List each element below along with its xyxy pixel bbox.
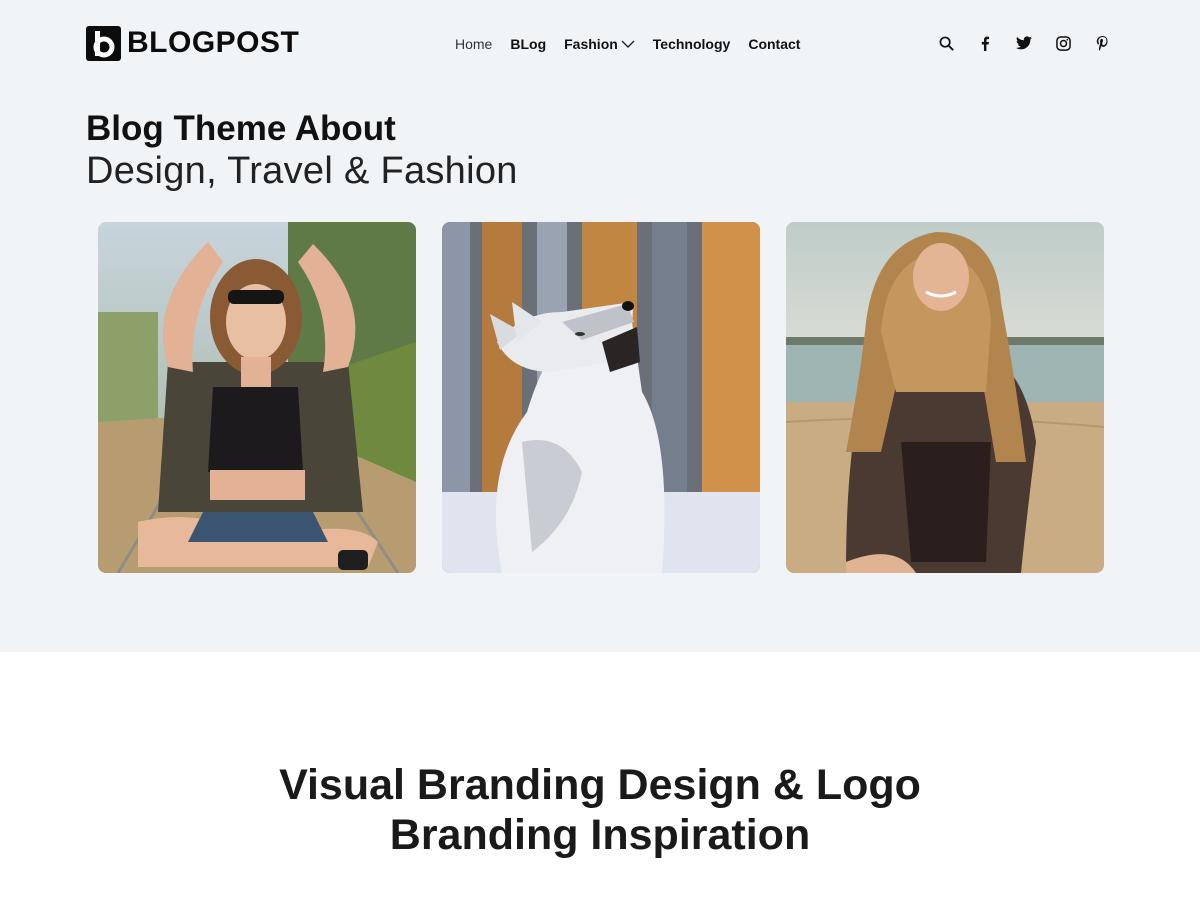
main-nav: Home BLog Fashion Technology Contact: [455, 35, 800, 53]
hero-section: BLOGPOST Home BLog Fashion Technology Co…: [0, 0, 1200, 652]
site-header: BLOGPOST Home BLog Fashion Technology Co…: [86, 22, 1114, 66]
logo-mark-icon: [86, 25, 121, 61]
hero-title-line1: Blog Theme About: [86, 109, 396, 148]
nav-item-label: Fashion: [564, 36, 618, 52]
nav-item-label: Contact: [748, 36, 801, 52]
nav-item-label: BLog: [510, 36, 547, 52]
nav-item-fashion[interactable]: Fashion: [564, 35, 635, 53]
woman-sitting-image: [98, 222, 416, 573]
nav-item-contact[interactable]: Contact: [748, 35, 800, 53]
site-logo[interactable]: BLOGPOST: [86, 25, 299, 61]
logo-text: BLOGPOST: [127, 26, 300, 59]
hero-card-image-3[interactable]: [786, 222, 1104, 573]
section-heading: Visual Branding Design & Logo Branding I…: [0, 760, 1200, 860]
nav-item-label: Home: [455, 36, 493, 52]
section-title-line2: Branding Inspiration: [389, 811, 811, 859]
twitter-icon[interactable]: [1016, 35, 1032, 51]
hero-card-image-2[interactable]: [442, 222, 760, 573]
nav-item-blog[interactable]: BLog: [510, 35, 546, 53]
husky-image: [442, 222, 760, 573]
hero-heading: Blog Theme About Design, Travel & Fashio…: [86, 108, 518, 192]
beach-woman-image: [786, 222, 1104, 573]
pinterest-icon[interactable]: [1094, 35, 1110, 51]
section-title-line1: Visual Branding Design & Logo: [279, 761, 921, 809]
hero-card-image-1[interactable]: [98, 222, 416, 573]
search-icon[interactable]: [938, 35, 954, 51]
chevron-down-icon: [621, 40, 635, 48]
nav-item-technology[interactable]: Technology: [653, 35, 731, 53]
header-icons: [938, 35, 1110, 51]
nav-item-home[interactable]: Home: [455, 35, 492, 53]
nav-item-label: Technology: [652, 36, 731, 52]
facebook-icon[interactable]: [977, 35, 993, 51]
instagram-icon[interactable]: [1055, 35, 1071, 51]
hero-title-line2: Design, Travel & Fashion: [86, 150, 518, 192]
